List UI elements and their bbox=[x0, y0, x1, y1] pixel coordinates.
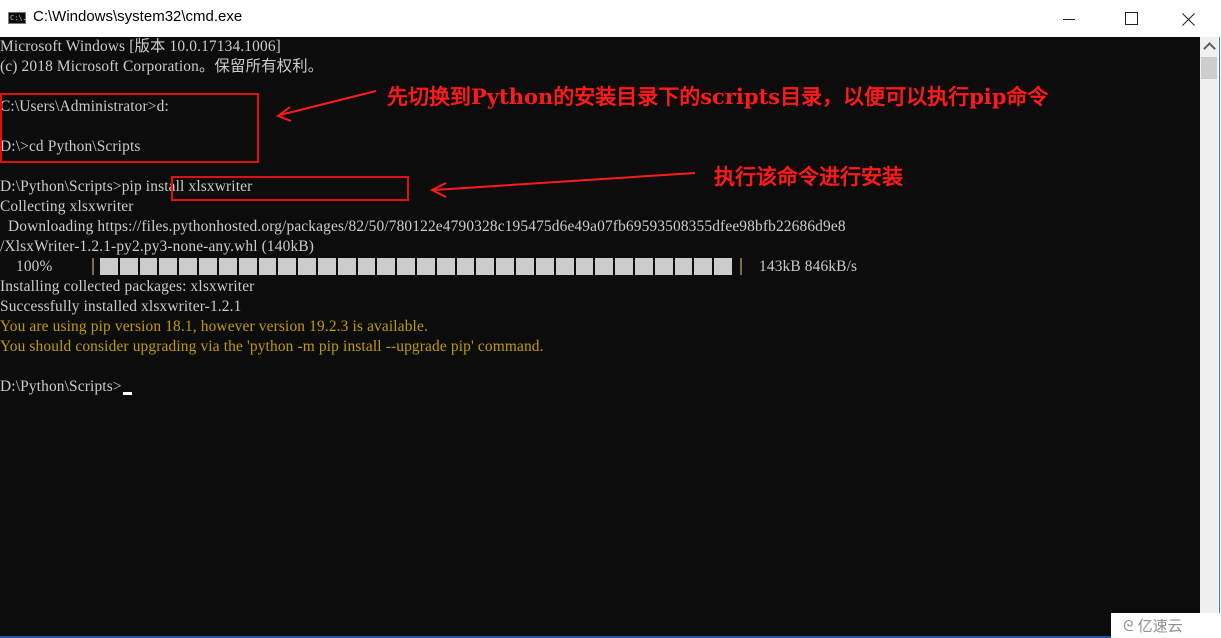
cmd-icon: C:\. bbox=[8, 12, 27, 24]
maximize-icon bbox=[1124, 12, 1138, 25]
close-button[interactable] bbox=[1166, 0, 1212, 37]
minimize-icon bbox=[1063, 19, 1075, 20]
close-icon bbox=[1182, 12, 1196, 26]
watermark-text: 亿速云 bbox=[1137, 617, 1183, 635]
scrollbar-thumb[interactable] bbox=[1201, 57, 1217, 79]
maximize-button[interactable] bbox=[1108, 0, 1154, 37]
minimize-button[interactable] bbox=[1046, 0, 1092, 37]
arrow-to-pip-box bbox=[429, 172, 696, 198]
annotation-arrows bbox=[275, 90, 696, 198]
vertical-scrollbar[interactable] bbox=[1200, 37, 1218, 636]
window-title: C:\Windows\system32\cmd.exe bbox=[33, 8, 243, 25]
annotation-pip-explanation: 执行该命令进行安装 bbox=[714, 164, 903, 189]
watermark: ᘓ 亿速云 bbox=[1111, 613, 1221, 638]
scroll-up-button[interactable] bbox=[1200, 37, 1218, 55]
title-bar[interactable]: C:\. C:\Windows\system32\cmd.exe bbox=[0, 0, 1221, 37]
annotation-cd-explanation: 先切换到Python的安装目录下的scripts目录，以便可以执行pip命令 bbox=[387, 84, 1049, 109]
cloud-logo-icon: ᘓ bbox=[1123, 616, 1134, 635]
chevron-up-icon bbox=[1202, 42, 1216, 55]
arrow-to-cd-box bbox=[275, 90, 377, 122]
console-output[interactable]: Microsoft Windows [版本 10.0.17134.1006] (… bbox=[0, 37, 1200, 636]
